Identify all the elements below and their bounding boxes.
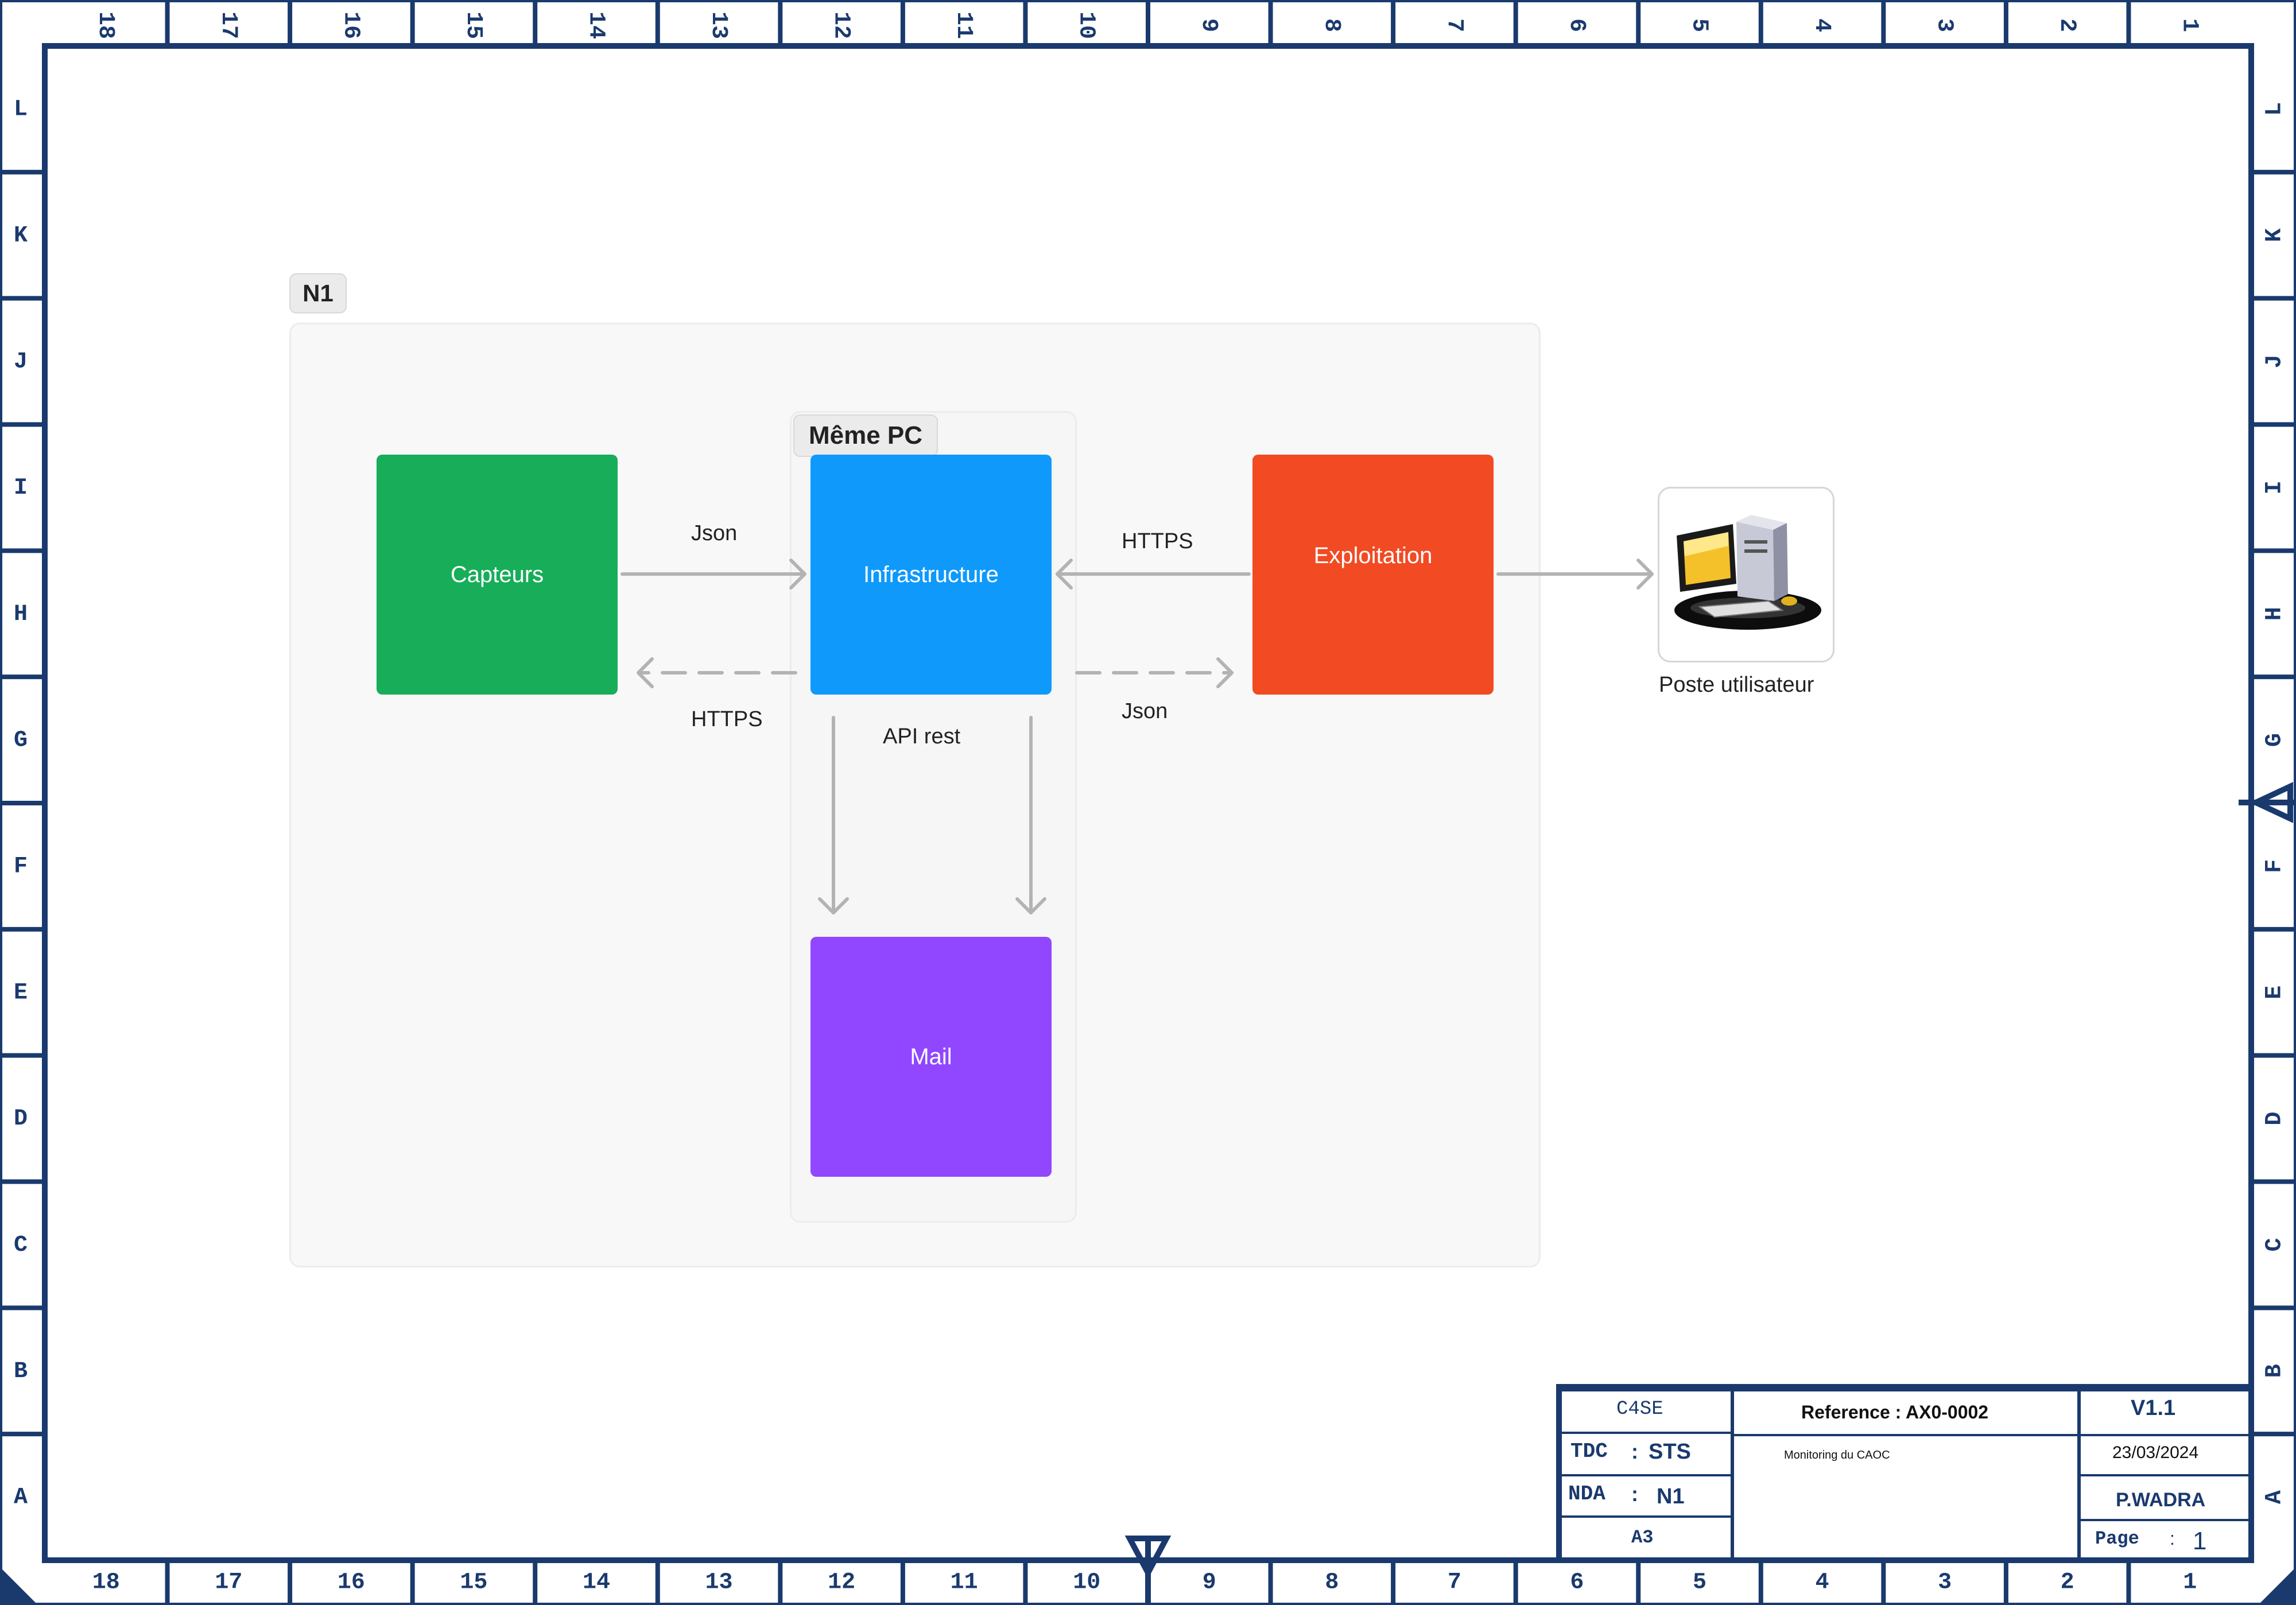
tb-author: P.WADRA <box>2116 1489 2206 1511</box>
tb-c4se: C4SE <box>1616 1398 1663 1420</box>
tb-tdc-value: STS <box>1649 1440 1691 1464</box>
tb-page-value: 1 <box>2193 1527 2207 1555</box>
tb-page-sep: : <box>2170 1528 2175 1549</box>
tb-date: 23/03/2024 <box>2112 1443 2199 1462</box>
tb-page-key: Page <box>2095 1528 2139 1549</box>
tb-nda-key: NDA <box>1568 1482 1605 1506</box>
tb-nda-value: N1 <box>1657 1484 1685 1509</box>
tb-description: Monitoring du CAOC <box>1784 1449 1890 1461</box>
tb-tdc-key: TDC <box>1570 1440 1608 1463</box>
title-block <box>1556 1384 2254 1563</box>
tb-tdc-sep: : <box>1631 1440 1638 1463</box>
tb-format: A3 <box>1631 1527 1654 1548</box>
tb-nda-sep: : <box>1631 1482 1638 1506</box>
tb-reference: Reference : AX0-0002 <box>1801 1402 1989 1422</box>
tb-version: V1.1 <box>2131 1396 2176 1420</box>
